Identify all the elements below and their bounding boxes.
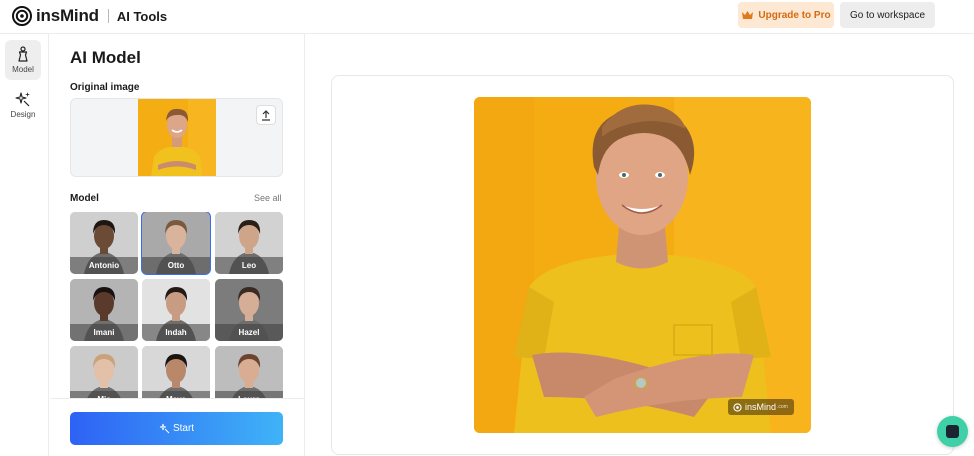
model-name: Indah [142,324,210,341]
model-card-antonio[interactable]: Antonio [70,212,138,274]
model-card-hazel[interactable]: Hazel [215,279,283,341]
result-portrait [474,97,811,433]
model-grid: AntonioOtto Leo ImaniIndah Hazel Mia Maya Laur… [70,212,284,398]
replace-image-button[interactable] [256,105,276,125]
model-card-mia[interactable]: Mia [70,346,138,398]
model-card-indah[interactable]: Indah [142,279,210,341]
see-all-link[interactable]: See all [254,193,282,203]
model-name: Otto [142,257,210,274]
watermark-suffix: .com [777,404,788,410]
watermark-logo-icon [733,402,742,412]
insmind-logo-icon [12,6,32,26]
top-bar: insMind AI Tools Upgrade to Pro Go to wo… [0,0,974,34]
model-name: Antonio [70,257,138,274]
support-chat-button[interactable] [937,416,968,447]
model-section-label: Model [70,193,99,204]
insmind-watermark: insMind .com [728,399,794,415]
model-name: Imani [70,324,138,341]
original-image-thumbnail [138,99,216,176]
upgrade-label: Upgrade to Pro [758,9,831,21]
original-image-box[interactable] [70,98,283,177]
brand-divider [107,9,109,23]
go-to-workspace-button[interactable]: Go to workspace [840,2,935,28]
model-name: Leo [215,257,283,274]
rail-label-design: Design [10,110,36,119]
crown-icon [742,11,754,19]
brand-logo[interactable]: insMind AI Tools [12,6,167,26]
sparkle-icon [15,92,30,107]
model-card-laura[interactable]: Laura [215,346,283,398]
brand-name: insMind [36,6,99,25]
model-name: Maya [142,391,210,398]
model-card-maya[interactable]: Maya [142,346,210,398]
start-label: Start [172,423,195,434]
watermark-text: insMind [745,402,777,412]
model-name: Mia [70,391,138,398]
panel-footer: Start [50,398,304,456]
model-card-otto[interactable]: Otto [141,212,211,275]
upload-icon [262,110,270,121]
panel-title: AI Model [70,48,141,67]
model-icon [18,46,28,62]
model-name: Laura [215,391,283,398]
generated-result-image[interactable] [474,97,811,433]
model-card-imani[interactable]: Imani [70,279,138,341]
original-image-label: Original image [70,82,140,93]
rail-item-model[interactable]: Model [5,40,41,80]
magic-wand-icon [159,423,170,434]
upgrade-button[interactable]: Upgrade to Pro [738,2,834,28]
rail-item-design[interactable]: Design [5,85,41,125]
ai-model-panel: AI Model Original image Model See all An… [50,34,305,456]
chat-icon [946,425,959,438]
product-name: AI Tools [116,8,168,24]
start-button[interactable]: Start [70,412,283,445]
model-card-leo[interactable]: Leo [215,212,283,274]
tool-rail: Model Design [0,34,49,456]
rail-label-model: Model [12,65,34,74]
model-name: Hazel [215,324,283,341]
